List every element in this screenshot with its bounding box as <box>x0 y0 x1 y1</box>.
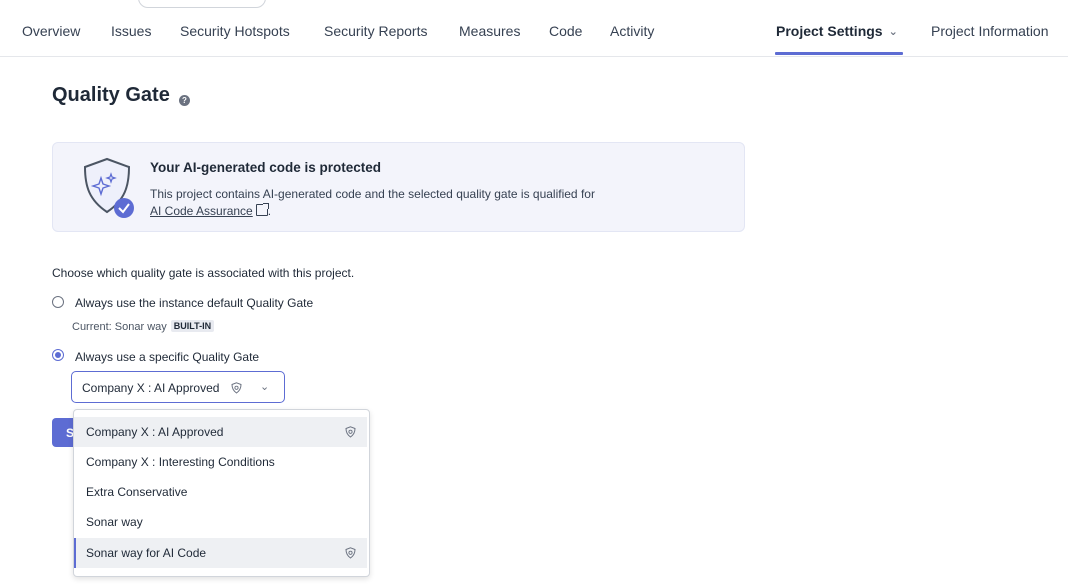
tab-measures[interactable]: Measures <box>459 23 520 39</box>
quality-gate-menu: Company X : AI Approved Company X : Inte… <box>73 409 370 577</box>
menu-option-label: Sonar way for AI Code <box>86 546 207 560</box>
radio-specific-gate[interactable] <box>52 349 64 361</box>
tab-issues[interactable]: Issues <box>111 23 151 39</box>
menu-option[interactable]: Extra Conservative <box>74 477 367 507</box>
chevron-down-icon: ⌄ <box>260 381 270 393</box>
external-link-icon <box>255 203 269 216</box>
ai-code-assurance-link[interactable]: AI Code Assurance <box>150 203 269 218</box>
project-nav: Overview Issues Security Hotspots Securi… <box>0 0 1068 57</box>
select-value: Company X : AI Approved <box>82 381 220 395</box>
menu-option[interactable]: Sonar way <box>74 507 367 537</box>
page-title: Quality Gate <box>52 84 170 106</box>
menu-option-label: Sonar way <box>86 515 143 529</box>
branch-selector[interactable] <box>138 0 266 8</box>
help-icon[interactable]: ? <box>179 95 190 106</box>
quality-gate-select[interactable]: Company X : AI Approved ⌄ <box>71 371 285 403</box>
ai-code-banner: Your AI-generated code is protected This… <box>52 142 745 232</box>
quality-gate-intro: Choose which quality gate is associated … <box>52 266 355 280</box>
ai-code-assurance-link-label: AI Code Assurance <box>150 204 253 218</box>
radio-default-gate-label[interactable]: Always use the instance default Quality … <box>75 296 313 310</box>
radio-specific-gate-label[interactable]: Always use a specific Quality Gate <box>75 350 259 364</box>
current-gate-info: Current: Sonar way BUILT-IN <box>72 320 215 333</box>
banner-description: This project contains AI-generated code … <box>150 187 595 201</box>
active-tab-indicator <box>775 52 903 55</box>
tab-code[interactable]: Code <box>549 23 582 39</box>
tab-overview[interactable]: Overview <box>22 23 80 39</box>
menu-option-label: Company X : AI Approved <box>86 425 224 439</box>
ai-shield-check-icon <box>83 157 134 218</box>
tab-activity[interactable]: Activity <box>610 23 654 39</box>
radio-default-gate[interactable] <box>52 296 64 308</box>
menu-option[interactable]: Sonar way for AI Code <box>74 538 367 568</box>
chevron-down-icon: ⌄ <box>888 26 898 38</box>
current-gate-text: Current: Sonar way <box>72 321 167 333</box>
banner-text: This project contains AI-generated code … <box>150 186 710 220</box>
built-in-badge: BUILT-IN <box>170 320 215 332</box>
tab-security-reports[interactable]: Security Reports <box>324 23 427 39</box>
menu-option[interactable]: Company X : Interesting Conditions <box>74 447 367 477</box>
banner-title: Your AI-generated code is protected <box>150 160 382 175</box>
menu-option-label: Company X : Interesting Conditions <box>86 455 275 469</box>
ai-shield-icon <box>345 547 356 559</box>
menu-option[interactable]: Company X : AI Approved <box>74 417 367 447</box>
tab-security-hotspots[interactable]: Security Hotspots <box>180 23 290 39</box>
ai-shield-icon <box>345 426 356 438</box>
tab-project-settings[interactable]: Project Settings ⌄ <box>776 23 898 39</box>
tab-project-settings-label: Project Settings <box>776 23 883 39</box>
menu-option-label: Extra Conservative <box>86 485 188 499</box>
ai-shield-icon <box>231 382 242 394</box>
tab-project-information[interactable]: Project Information <box>931 23 1049 39</box>
